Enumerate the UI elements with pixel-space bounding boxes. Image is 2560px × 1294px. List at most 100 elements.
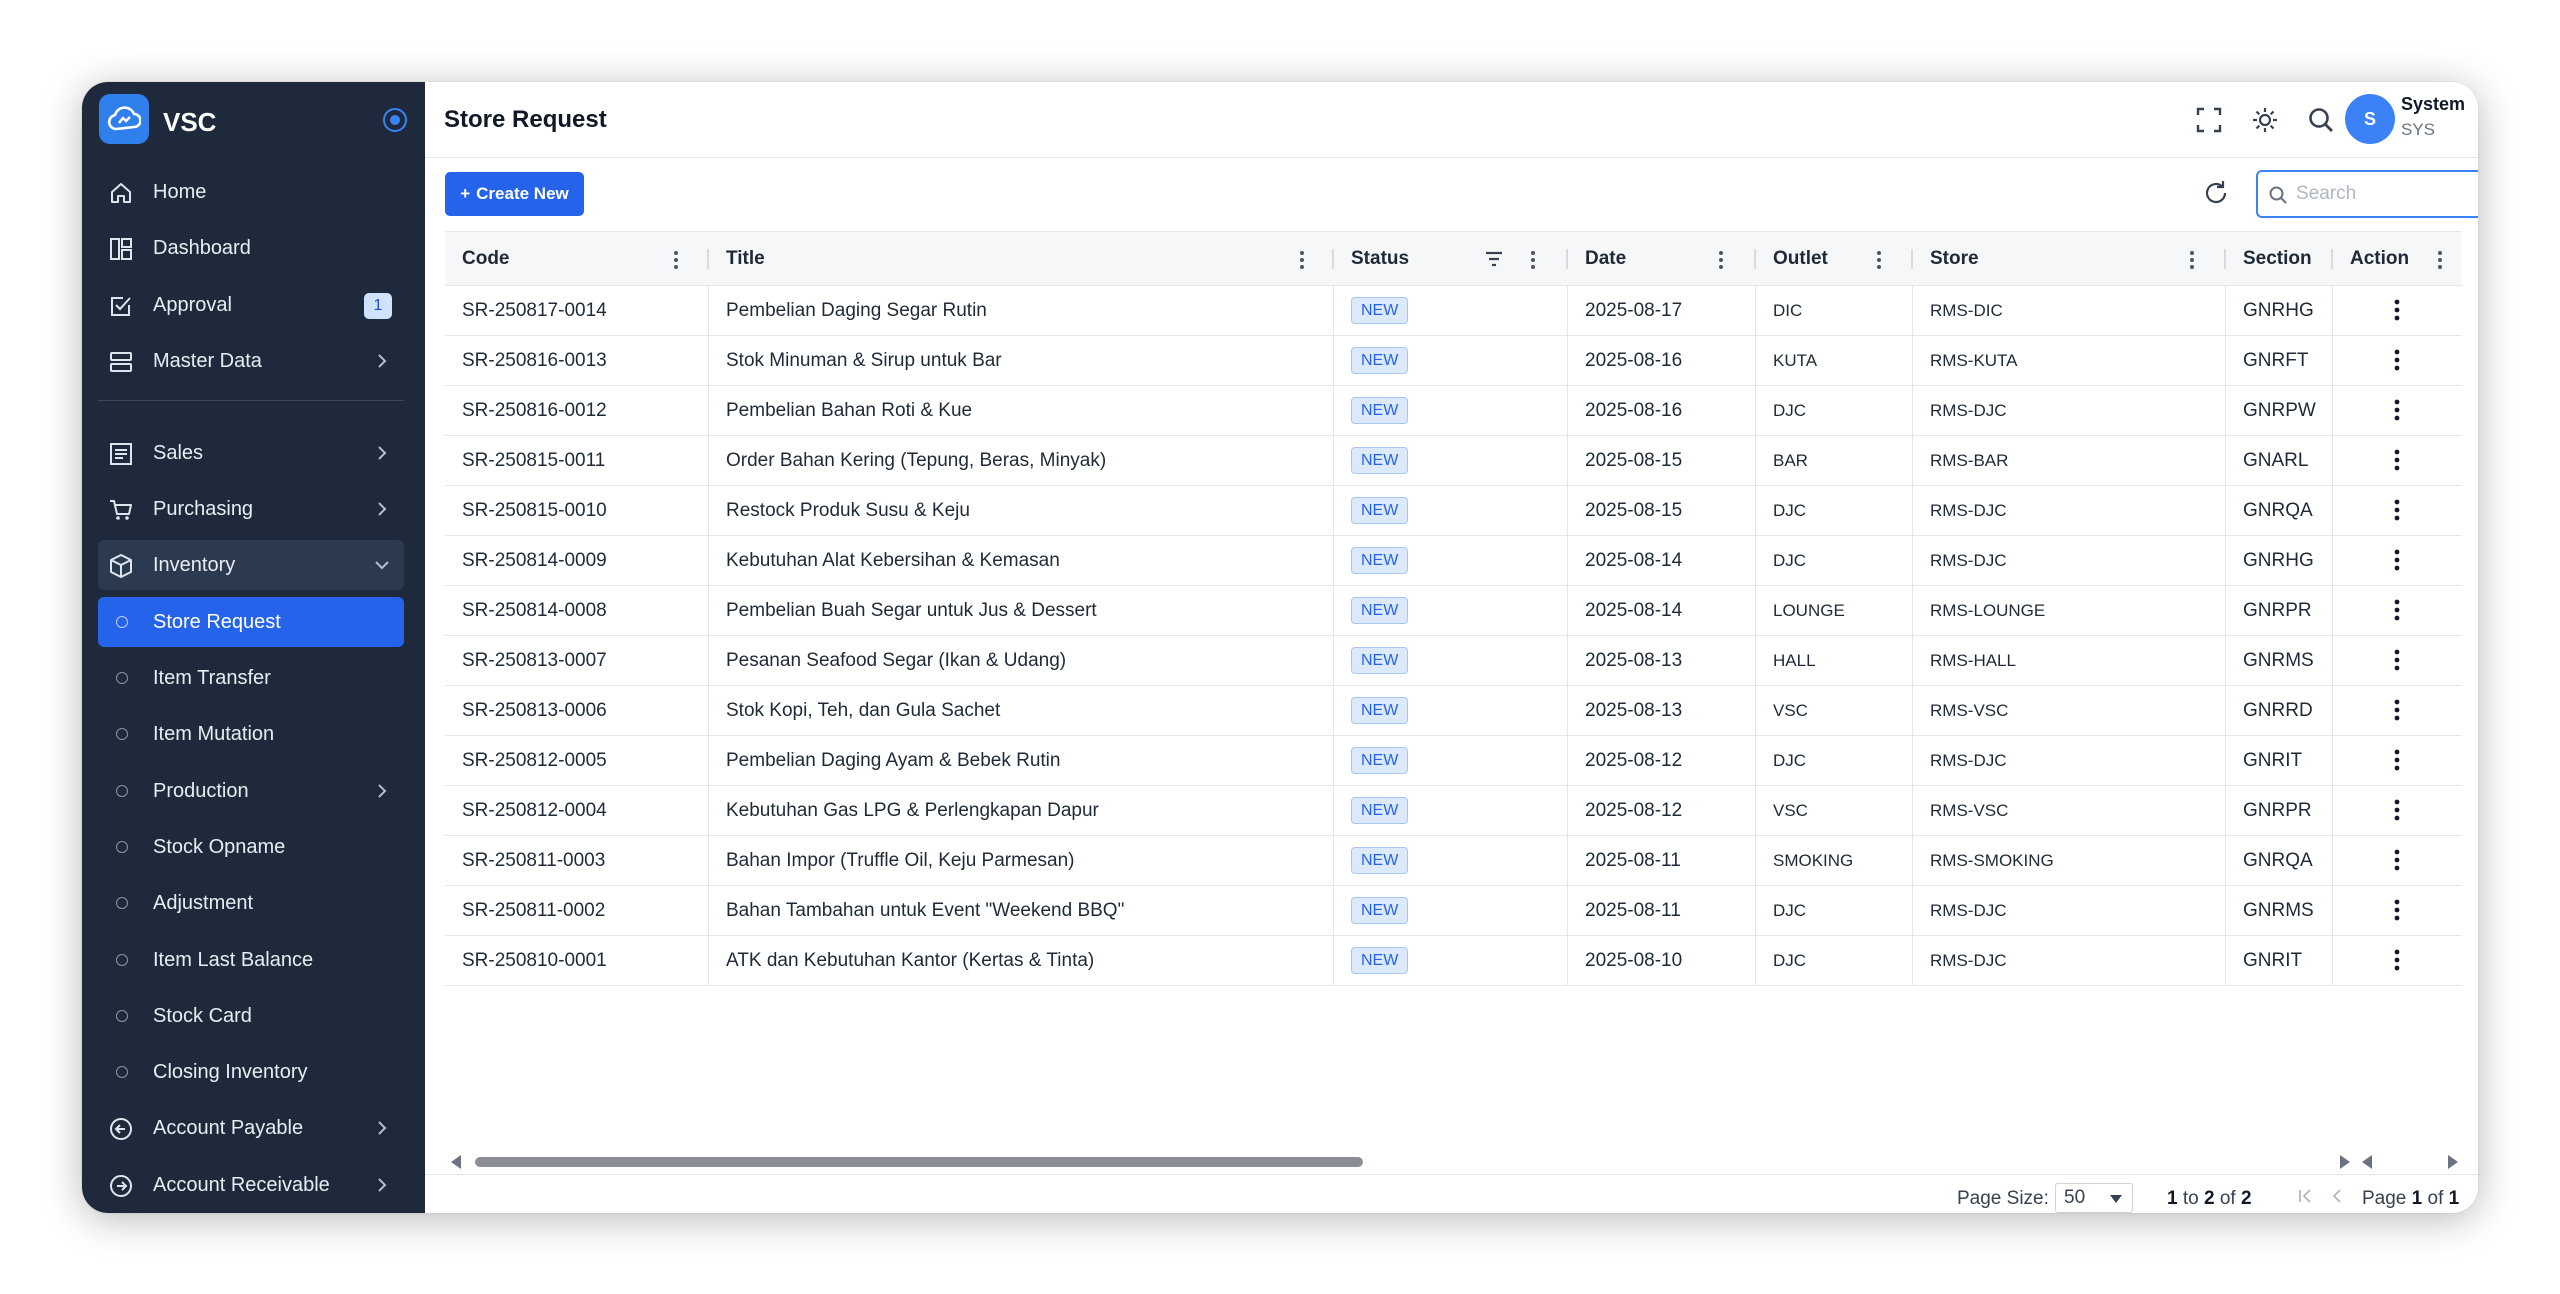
row-actions-icon[interactable] xyxy=(2394,399,2400,421)
table-row[interactable]: SR-250815-0010 Restock Produk Susu & Keju… xyxy=(445,486,2462,536)
sidebar-item-account-payable[interactable]: Account Payable xyxy=(98,1103,404,1153)
table-row[interactable]: SR-250814-0008 Pembelian Buah Segar untuk… xyxy=(445,586,2462,636)
first-page-icon[interactable] xyxy=(2296,1187,2314,1205)
pinned-scroll-left-icon[interactable] xyxy=(2362,1155,2372,1169)
column-menu-icon[interactable] xyxy=(1299,250,1305,270)
page-size-select[interactable]: 50 xyxy=(2055,1183,2133,1213)
theme-sun-icon[interactable] xyxy=(2249,104,2281,136)
refresh-icon[interactable] xyxy=(2200,177,2232,209)
cell-code: SR-250811-0003 xyxy=(445,836,709,885)
cell-date: 2025-08-15 xyxy=(1568,436,1756,485)
sidebar-item-item-mutation[interactable]: Item Mutation xyxy=(98,709,404,759)
column-header-label: Section xyxy=(2243,247,2312,269)
column-header-code[interactable]: Code xyxy=(445,232,709,285)
row-actions-icon[interactable] xyxy=(2394,449,2400,471)
table-row[interactable]: SR-250811-0002 Bahan Tambahan untuk Event… xyxy=(445,886,2462,936)
sidebar-item-adjustment[interactable]: Adjustment xyxy=(98,878,404,928)
row-actions-icon[interactable] xyxy=(2394,599,2400,621)
row-actions-icon[interactable] xyxy=(2394,699,2400,721)
cell-status: NEW xyxy=(1334,336,1568,385)
sidebar-item-item-last-balance[interactable]: Item Last Balance xyxy=(98,935,404,985)
sidebar-item-item-transfer[interactable]: Item Transfer xyxy=(98,653,404,703)
row-actions-icon[interactable] xyxy=(2394,649,2400,671)
table-row[interactable]: SR-250811-0003 Bahan Impor (Truffle Oil, … xyxy=(445,836,2462,886)
column-menu-icon[interactable] xyxy=(2189,250,2195,270)
table-row[interactable]: SR-250814-0009 Kebutuhan Alat Kebersihan … xyxy=(445,536,2462,586)
sidebar-item-master-data[interactable]: Master Data xyxy=(98,336,404,386)
column-menu-icon[interactable] xyxy=(673,250,679,270)
sidebar-toggle-icon[interactable] xyxy=(383,108,407,132)
column-menu-icon[interactable] xyxy=(2437,250,2443,270)
cell-outlet: SMOKING xyxy=(1756,836,1913,885)
sidebar-item-inventory[interactable]: Inventory xyxy=(98,540,404,591)
table-row[interactable]: SR-250816-0012 Pembelian Bahan Roti & Kue… xyxy=(445,386,2462,436)
row-actions-icon[interactable] xyxy=(2394,349,2400,371)
row-actions-icon[interactable] xyxy=(2394,949,2400,971)
column-header-title[interactable]: Title xyxy=(709,232,1334,285)
sidebar-item-account-receivable[interactable]: Account Receivable xyxy=(98,1160,404,1210)
row-actions-icon[interactable] xyxy=(2394,799,2400,821)
filter-icon[interactable] xyxy=(1484,250,1504,268)
row-actions-icon[interactable] xyxy=(2394,549,2400,571)
column-menu-icon[interactable] xyxy=(1718,250,1724,270)
sidebar-item-stock-card[interactable]: Stock Card xyxy=(98,991,404,1041)
table-row[interactable]: SR-250817-0014 Pembelian Daging Segar Rut… xyxy=(445,286,2462,336)
cell-section: GNRHG xyxy=(2226,536,2333,585)
search-field[interactable] xyxy=(2256,170,2478,218)
search-icon xyxy=(2269,186,2287,204)
cell-date: 2025-08-12 xyxy=(1568,786,1756,835)
sidebar-item-home[interactable]: Home xyxy=(98,167,404,217)
search-icon[interactable] xyxy=(2305,104,2337,136)
cell-date: 2025-08-17 xyxy=(1568,286,1756,335)
table-row[interactable]: SR-250815-0011 Order Bahan Kering (Tepung… xyxy=(445,436,2462,486)
row-actions-icon[interactable] xyxy=(2394,299,2400,321)
column-header-section[interactable]: Section xyxy=(2226,232,2333,285)
table-row[interactable]: SR-250813-0006 Stok Kopi, Teh, dan Gula S… xyxy=(445,686,2462,736)
pinned-scroll-right-icon[interactable] xyxy=(2448,1155,2458,1169)
scrollbar-thumb[interactable] xyxy=(475,1157,1363,1167)
cell-code: SR-250811-0002 xyxy=(445,886,709,935)
horizontal-scrollbar[interactable] xyxy=(445,1151,2462,1173)
cell-title: Pembelian Buah Segar untuk Jus & Dessert xyxy=(709,586,1334,635)
sidebar-item-closing-inventory[interactable]: Closing Inventory xyxy=(98,1047,404,1097)
search-input[interactable] xyxy=(2296,180,2478,208)
scroll-left-icon[interactable] xyxy=(451,1155,461,1169)
sidebar-item-label: Account Payable xyxy=(153,1117,304,1140)
column-header-action[interactable]: Action xyxy=(2333,232,2462,285)
row-actions-icon[interactable] xyxy=(2394,849,2400,871)
status-badge: NEW xyxy=(1351,497,1409,524)
sidebar-item-sales[interactable]: Sales xyxy=(98,428,404,478)
sidebar-item-store-request[interactable]: Store Request xyxy=(98,596,404,647)
table-row[interactable]: SR-250812-0004 Kebutuhan Gas LPG & Perlen… xyxy=(445,786,2462,836)
scroll-right-icon[interactable] xyxy=(2340,1155,2350,1169)
sidebar-item-label: Stock Opname xyxy=(153,835,286,858)
status-badge: NEW xyxy=(1351,397,1409,424)
row-actions-icon[interactable] xyxy=(2394,749,2400,771)
row-actions-icon[interactable] xyxy=(2394,499,2400,521)
cell-outlet: DJC xyxy=(1756,386,1913,435)
row-actions-icon[interactable] xyxy=(2394,899,2400,921)
cell-store: RMS-DJC xyxy=(1913,486,2226,535)
column-menu-icon[interactable] xyxy=(1530,250,1536,270)
sidebar-item-purchasing[interactable]: Purchasing xyxy=(98,484,404,534)
create-new-button[interactable]: + Create New xyxy=(445,172,584,216)
cell-date: 2025-08-13 xyxy=(1568,686,1756,735)
next-page-icon[interactable] xyxy=(2473,1187,2478,1205)
column-menu-icon[interactable] xyxy=(1876,250,1882,270)
column-header-outlet[interactable]: Outlet xyxy=(1756,232,1913,285)
sidebar-item-stock-opname[interactable]: Stock Opname xyxy=(98,822,404,872)
column-header-date[interactable]: Date xyxy=(1568,232,1756,285)
fullscreen-icon[interactable] xyxy=(2193,104,2225,136)
table-row[interactable]: SR-250816-0013 Stok Minuman & Sirup untuk… xyxy=(445,336,2462,386)
sidebar-item-production[interactable]: Production xyxy=(98,766,404,816)
column-header-store[interactable]: Store xyxy=(1913,232,2226,285)
column-header-status[interactable]: Status xyxy=(1334,232,1568,285)
sidebar-item-approval[interactable]: Approval 1 xyxy=(98,280,404,330)
table-row[interactable]: SR-250812-0005 Pembelian Daging Ayam & Be… xyxy=(445,736,2462,786)
table-row[interactable]: SR-250810-0001 ATK dan Kebutuhan Kantor (… xyxy=(445,936,2462,986)
sidebar-item-dashboard[interactable]: Dashboard xyxy=(98,223,404,273)
table-row[interactable]: SR-250813-0007 Pesanan Seafood Segar (Ika… xyxy=(445,636,2462,686)
avatar[interactable]: S xyxy=(2345,94,2395,144)
sidebar-item-label: Approval xyxy=(153,293,232,316)
previous-page-icon[interactable] xyxy=(2328,1187,2346,1205)
